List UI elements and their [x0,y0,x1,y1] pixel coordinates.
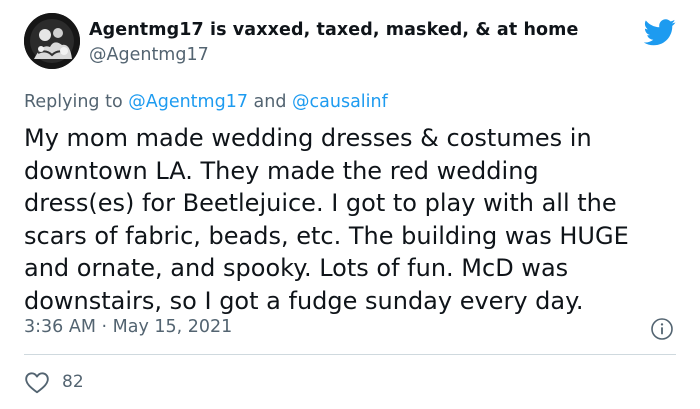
author-avatar[interactable] [24,13,80,69]
tweet-card: Agentmg17 is vaxxed, taxed, masked, & at… [0,0,700,409]
like-button[interactable]: 82 [24,369,84,395]
twitter-bird-icon[interactable] [644,19,676,46]
replying-to: Replying to @Agentmg17 and @causalinf [24,92,388,112]
mention-link[interactable]: @causalinf [292,92,388,112]
mention-link[interactable]: @Agentmg17 [128,92,248,112]
tweet-text-line: and ornate, and spooky. Lots of fun. McD… [24,254,569,282]
divider [24,354,676,355]
replying-to-conjunction: and [247,92,293,112]
tweet-timestamp[interactable]: 3:36 AM · May 15, 2021 [24,317,232,337]
tweet-text-line: My mom made wedding dresses & costumes i… [24,124,592,152]
author-display-name[interactable]: Agentmg17 is vaxxed, taxed, masked, & at… [89,20,578,40]
tweet-text-line: dress(es) for Beetlejuice. I got to play… [24,189,617,217]
author-handle[interactable]: @Agentmg17 [89,45,209,65]
like-count: 82 [62,372,84,392]
replying-to-prefix: Replying to [24,92,129,112]
profile-photo-icon [24,13,80,69]
tweet-text-line: downstairs, so I got a fudge sunday ever… [24,286,584,315]
tweet-text-line: downtown LA. They made the red wedding [24,156,539,185]
tweet-text: My mom made wedding dresses & costumes i… [24,122,684,317]
tweet-text-line: scars of fabric, beads, etc. The buildin… [24,221,629,250]
info-icon[interactable] [650,317,674,341]
heart-icon [25,372,49,394]
